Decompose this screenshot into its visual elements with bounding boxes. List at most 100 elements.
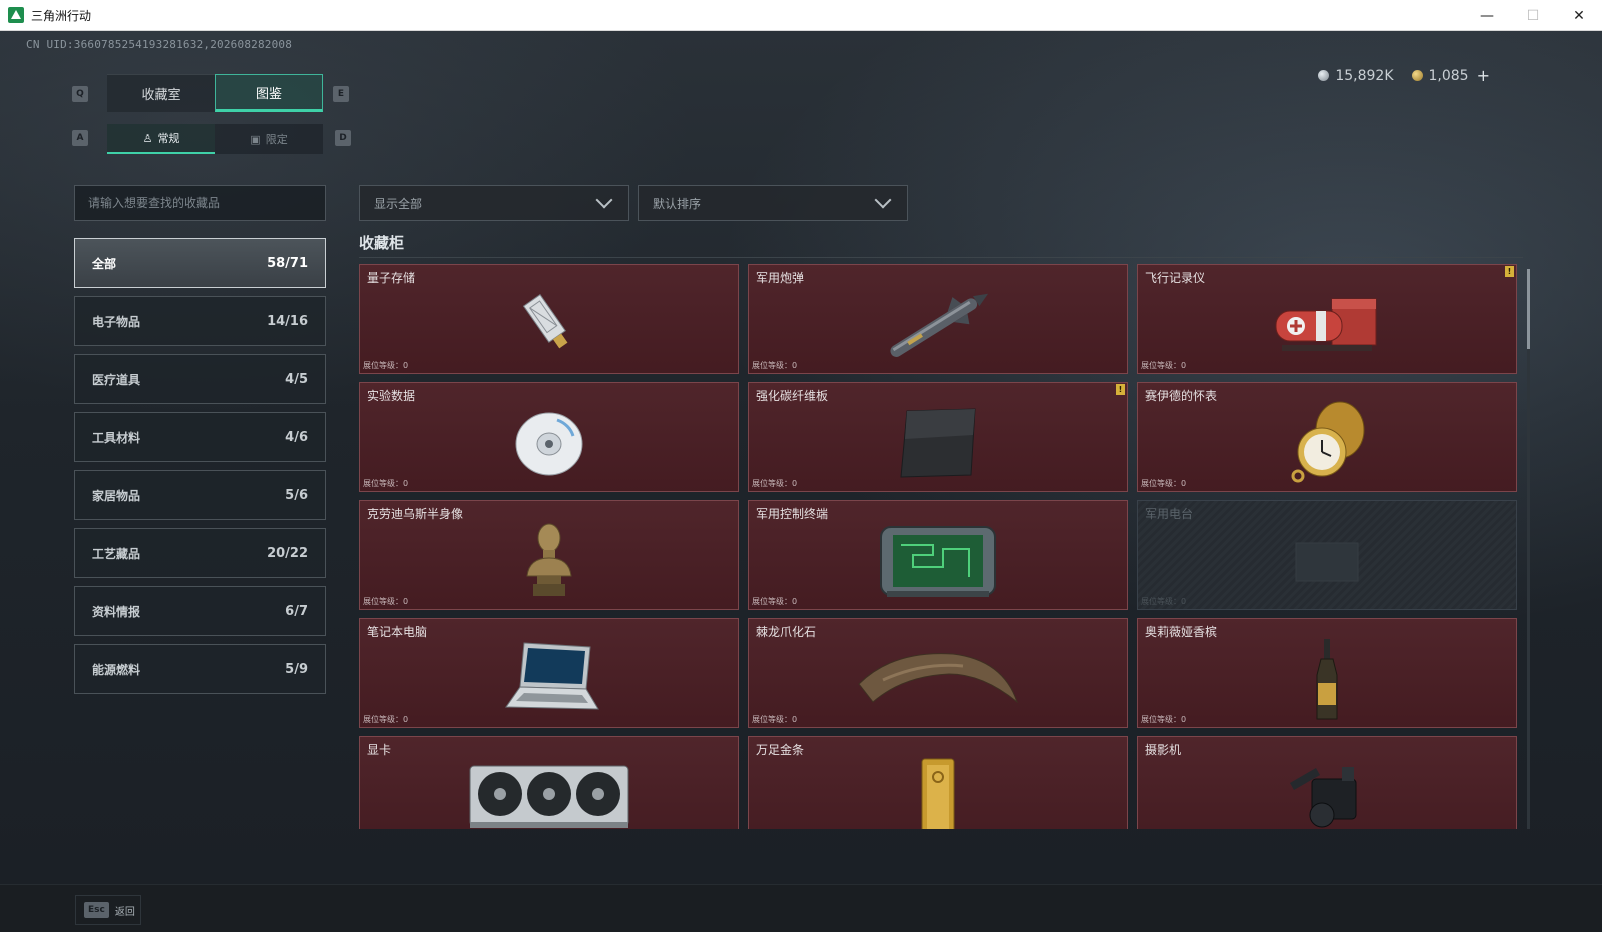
item-level: 展位等级：0 — [752, 479, 798, 488]
tab-regular[interactable]: ♙ 常规 — [107, 124, 215, 154]
collection-item[interactable]: 军用炮弹 展位等级：0 — [748, 264, 1128, 374]
item-level: 展位等级：0 — [752, 597, 798, 606]
category-intel[interactable]: 资料情报 6/7 — [74, 586, 326, 636]
new-flag-badge: ! — [1505, 266, 1514, 277]
currency-bar: 15,892K 1,085 + — [1318, 66, 1490, 85]
section-divider — [359, 257, 1523, 258]
gold-currency: 1,085 + — [1411, 66, 1490, 85]
category-count: 5/9 — [285, 661, 308, 677]
collection-item[interactable]: 量子存储 展位等级：0 — [359, 264, 739, 374]
back-button[interactable]: Esc 返回 — [75, 895, 141, 925]
category-count: 14/16 — [267, 313, 308, 329]
display-filter-dropdown[interactable]: 显示全部 — [359, 185, 629, 221]
item-name: 万足金条 — [756, 743, 805, 757]
category-label: 工艺藏品 — [92, 546, 141, 561]
close-button[interactable]: ✕ — [1556, 0, 1602, 31]
search-input[interactable] — [88, 196, 312, 210]
section-title: 收藏柜 — [359, 234, 405, 252]
window-titlebar: 三角洲行动 — ☐ ✕ — [0, 0, 1602, 31]
item-name: 棘龙爪化石 — [756, 625, 817, 639]
tab-catalog[interactable]: 图鉴 — [215, 74, 323, 112]
champagne-icon — [1316, 639, 1338, 720]
item-name: 强化碳纤维板 — [756, 389, 829, 403]
collection-grid-viewport: 量子存储 展位等级：0 军用炮弹 展位等级：0 飞行记录仪 ! 展位等级：0 实… — [359, 264, 1521, 829]
bust-icon — [526, 523, 572, 597]
grid-scrollbar-thumb[interactable] — [1527, 269, 1530, 349]
item-name: 实验数据 — [367, 389, 416, 403]
item-level: 展位等级：0 — [1141, 479, 1187, 488]
category-household[interactable]: 家居物品 5/6 — [74, 470, 326, 520]
item-name: 军用控制终端 — [756, 507, 829, 521]
collection-screen: CN UID:3660785254193281632,202608282008 … — [0, 31, 1602, 884]
collection-item[interactable]: 万足金条 展位等级：0 — [748, 736, 1128, 829]
category-tools[interactable]: 工具材料 4/6 — [74, 412, 326, 462]
new-flag-badge: ! — [1116, 384, 1125, 395]
camera-icon — [1290, 767, 1357, 828]
collection-grid: 量子存储 展位等级：0 军用炮弹 展位等级：0 飞行记录仪 ! 展位等级：0 实… — [359, 264, 1521, 829]
figure-icon: ♙ — [142, 131, 153, 145]
category-label: 全部 — [92, 256, 117, 271]
user-uid: CN UID:3660785254193281632,202608282008 — [26, 38, 293, 51]
item-name: 量子存储 — [367, 271, 416, 285]
item-name: 赛伊德的怀表 — [1145, 389, 1218, 403]
key-hint-q: Q — [72, 86, 88, 102]
collection-item[interactable]: 克劳迪乌斯半身像 展位等级：0 — [359, 500, 739, 610]
chevron-down-icon — [595, 191, 613, 209]
category-count: 58/71 — [267, 255, 308, 271]
collection-item-locked[interactable]: 军用电台 展位等级：0 — [1137, 500, 1517, 610]
item-name: 摄影机 — [1145, 743, 1182, 757]
key-hint-a: A — [72, 130, 88, 146]
maximize-button[interactable]: ☐ — [1510, 0, 1556, 31]
bottom-bar: Esc 返回 — [0, 884, 1602, 932]
image-icon: ▣ — [250, 132, 261, 146]
grid-scrollbar-track[interactable] — [1527, 269, 1530, 829]
collection-item[interactable]: 棘龙爪化石 展位等级：0 — [748, 618, 1128, 728]
key-hint-d: D — [335, 130, 351, 146]
sort-value: 默认排序 — [653, 196, 702, 211]
category-crafts[interactable]: 工艺藏品 20/22 — [74, 528, 326, 578]
item-name: 显卡 — [367, 743, 392, 757]
item-level: 展位等级：0 — [1141, 715, 1187, 724]
sort-dropdown[interactable]: 默认排序 — [638, 185, 908, 221]
category-all[interactable]: 全部 58/71 — [74, 238, 326, 288]
flight-recorder-icon — [1275, 298, 1377, 352]
collection-item[interactable]: 显卡 展位等级：0 — [359, 736, 739, 829]
tab-collection-room[interactable]: 收藏室 — [107, 74, 215, 112]
item-name: 克劳迪乌斯半身像 — [367, 507, 464, 521]
add-currency-button[interactable]: + — [1477, 66, 1490, 85]
category-medical[interactable]: 医疗道具 4/5 — [74, 354, 326, 404]
item-level: 展位等级：0 — [363, 715, 409, 724]
tab-limited[interactable]: ▣ 限定 — [215, 124, 323, 154]
item-level: 展位等级：0 — [363, 597, 409, 606]
claw-fossil-icon — [858, 653, 1019, 704]
collection-item[interactable]: 赛伊德的怀表 展位等级：0 — [1137, 382, 1517, 492]
category-fuel[interactable]: 能源燃料 5/9 — [74, 644, 326, 694]
category-label: 医疗道具 — [92, 372, 141, 387]
category-electronics[interactable]: 电子物品 14/16 — [74, 296, 326, 346]
key-hint-e: E — [333, 86, 349, 102]
collection-item[interactable]: 笔记本电脑 展位等级：0 — [359, 618, 739, 728]
main-tabs: 收藏室 图鉴 — [107, 74, 323, 112]
sub-tabs: ♙ 常规 ▣ 限定 — [107, 124, 323, 154]
display-filter-value: 显示全部 — [374, 196, 423, 211]
graphics-card-icon — [469, 765, 629, 829]
item-level: 展位等级：0 — [752, 361, 798, 370]
item-level: 展位等级：0 — [1141, 597, 1187, 606]
app-logo-icon — [8, 7, 24, 23]
back-label: 返回 — [114, 906, 135, 918]
item-level: 展位等级：0 — [1141, 361, 1187, 370]
silver-coin-icon — [1318, 70, 1330, 81]
silver-currency: 15,892K — [1318, 68, 1394, 84]
collection-item[interactable]: 摄影机 展位等级：0 — [1137, 736, 1517, 829]
search-box[interactable] — [74, 185, 326, 221]
missile-icon — [890, 294, 989, 358]
collection-item[interactable]: 军用控制终端 展位等级：0 — [748, 500, 1128, 610]
category-label: 电子物品 — [92, 314, 141, 329]
collection-item[interactable]: 奥莉薇娅香槟 展位等级：0 — [1137, 618, 1517, 728]
collection-item[interactable]: 飞行记录仪 ! 展位等级：0 — [1137, 264, 1517, 374]
collection-item[interactable]: 实验数据 展位等级：0 — [359, 382, 739, 492]
usb-drive-icon — [522, 294, 568, 349]
minimize-button[interactable]: — — [1464, 0, 1510, 31]
item-level: 展位等级：0 — [752, 715, 798, 724]
collection-item[interactable]: 强化碳纤维板 ! 展位等级：0 — [748, 382, 1128, 492]
